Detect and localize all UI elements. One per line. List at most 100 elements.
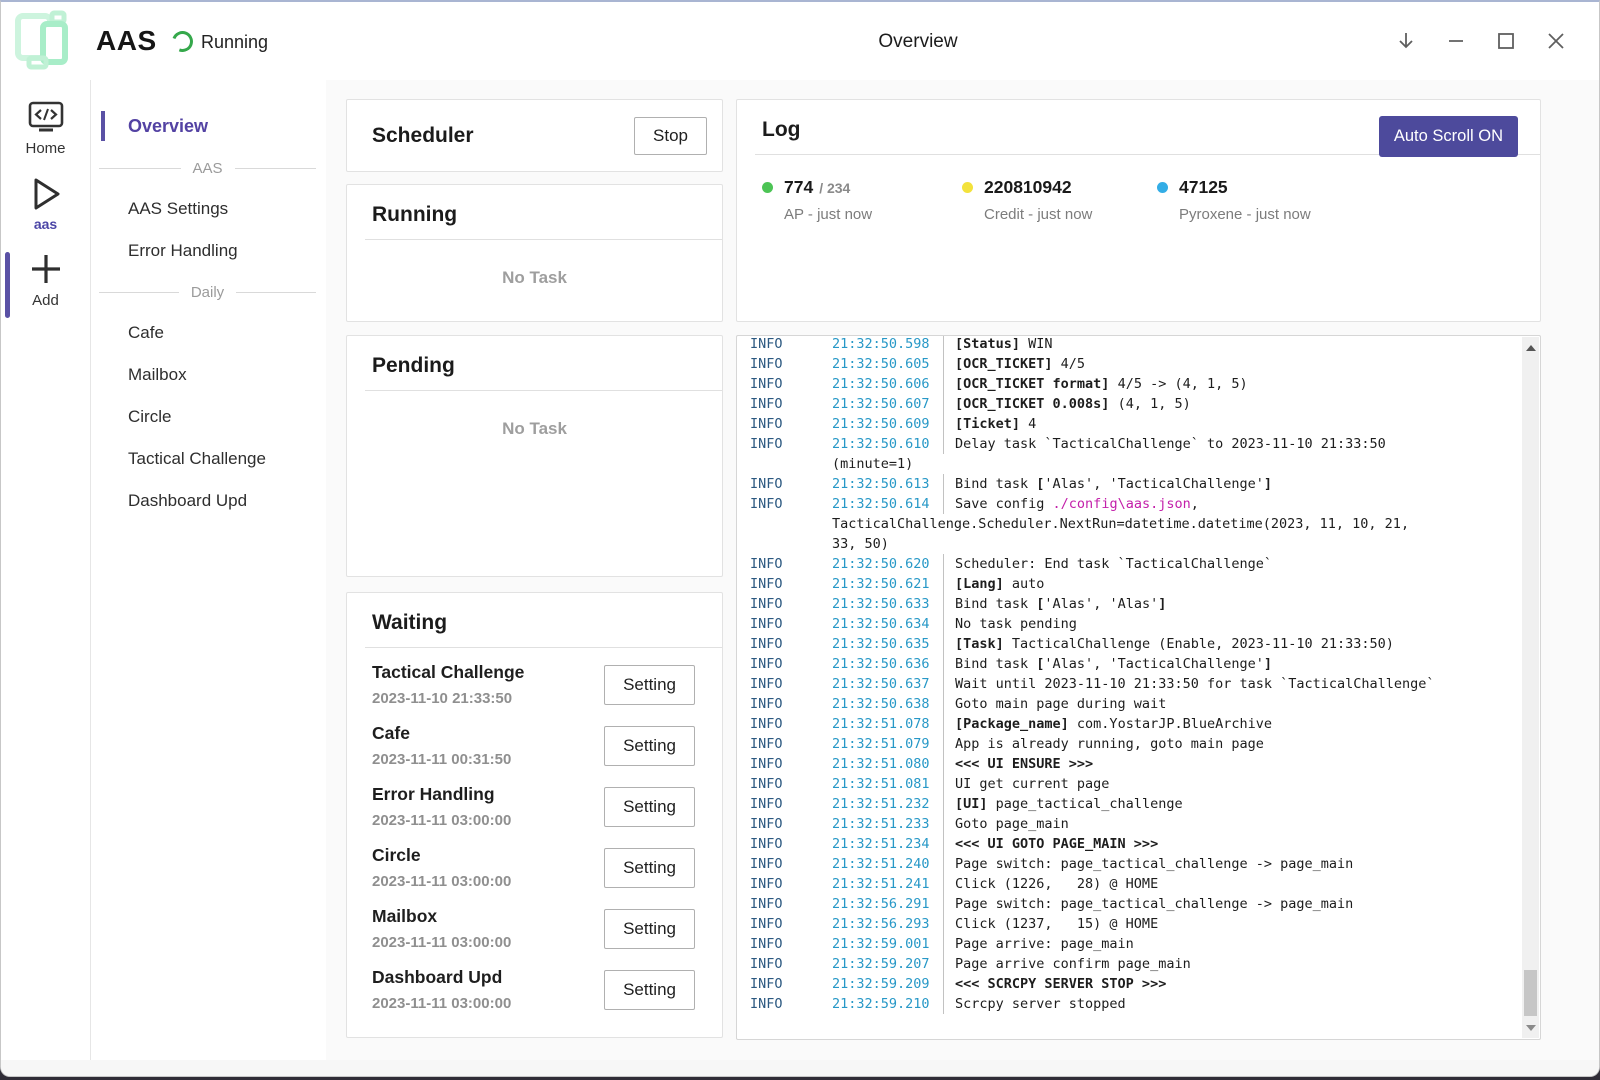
stat-ap: 774 / 234 AP - just now [762, 177, 962, 223]
log-line: INFO21:32:50.621[Lang] auto [750, 574, 1516, 594]
nav-item-aas-settings[interactable]: AAS Settings [91, 188, 326, 230]
task-row-circle: Circle 2023-11-11 03:00:00 Setting [347, 837, 722, 898]
log-line: INFO21:32:51.080<<< UI ENSURE >>> [750, 754, 1516, 774]
nav-item-error-handling[interactable]: Error Handling [91, 230, 326, 272]
log-line: INFO21:32:51.232[UI] page_tactical_chall… [750, 794, 1516, 814]
stat-credit: 220810942 Credit - just now [962, 177, 1157, 223]
download-update-button[interactable] [1381, 16, 1431, 66]
nav-item-label: Dashboard Upd [128, 491, 247, 510]
nav-item-tactical-challenge[interactable]: Tactical Challenge [91, 438, 326, 480]
log-line: INFO21:32:50.598[Status] WIN [750, 335, 1516, 354]
divider [365, 239, 722, 240]
pending-title: Pending [347, 336, 722, 378]
nav-item-label: Cafe [128, 323, 164, 342]
running-spinner-icon [169, 28, 197, 56]
home-code-monitor-icon [27, 100, 65, 134]
scrollbar-thumb[interactable] [1524, 970, 1537, 1016]
activity-item-label: Add [32, 292, 59, 309]
running-panel: Running No Task [346, 184, 723, 322]
log-line: INFO21:32:51.234<<< UI GOTO PAGE_MAIN >>… [750, 834, 1516, 854]
log-line: INFO21:32:50.636Bind task ['Alas', 'Tact… [750, 654, 1516, 674]
stat-label: Credit - just now [984, 206, 1157, 223]
minimize-button[interactable] [1431, 16, 1481, 66]
log-line: INFO21:32:51.081UI get current page [750, 774, 1516, 794]
maximize-button[interactable] [1481, 16, 1531, 66]
active-item-indicator [5, 252, 10, 318]
scheduler-status-text: Running [201, 2, 268, 80]
log-line: INFO21:32:51.078[Package_name] com.Yosta… [750, 714, 1516, 734]
setting-button[interactable]: Setting [604, 665, 695, 705]
arrow-down-icon [1395, 30, 1417, 52]
scheduler-panel: Scheduler Stop [346, 99, 723, 172]
activity-item-aas[interactable]: aas [1, 176, 90, 232]
stop-button[interactable]: Stop [634, 117, 707, 155]
log-line: INFO21:32:50.620Scheduler: End task `Tac… [750, 554, 1516, 574]
log-scrollbar[interactable] [1522, 337, 1539, 1038]
log-line: INFO21:32:50.607[OCR_TICKET 0.008s] (4, … [750, 394, 1516, 414]
log-line: INFO21:32:51.079App is already running, … [750, 734, 1516, 754]
activity-bar: Home aas Add [1, 80, 91, 1060]
stat-dot-icon [1157, 182, 1168, 193]
play-icon [29, 176, 63, 212]
stat-value: 774 [784, 177, 813, 198]
activity-item-add[interactable]: Add [1, 252, 90, 309]
nav-item-label: Tactical Challenge [128, 449, 266, 468]
nav-item-circle[interactable]: Circle [91, 396, 326, 438]
nav-item-mailbox[interactable]: Mailbox [91, 354, 326, 396]
plus-icon [29, 252, 63, 286]
stat-value: 47125 [1179, 177, 1228, 198]
nav-item-label: AAS Settings [128, 199, 228, 218]
nav-section-label: AAS [193, 160, 223, 177]
stat-label: Pyroxene - just now [1179, 206, 1377, 223]
nav-item-label: Error Handling [128, 241, 238, 260]
log-line: INFO21:32:50.635[Task] TacticalChallenge… [750, 634, 1516, 654]
stat-label: AP - just now [784, 206, 962, 223]
task-next-run: 2023-11-11 03:00:00 [372, 995, 511, 1012]
waiting-panel: Waiting Tactical Challenge 2023-11-10 21… [346, 592, 723, 1038]
task-name: Circle [372, 845, 511, 866]
scrollbar-down-arrow[interactable] [1522, 1019, 1539, 1036]
setting-button[interactable]: Setting [604, 970, 695, 1010]
waiting-title: Waiting [347, 593, 722, 635]
nav-item-dashboard-upd[interactable]: Dashboard Upd [91, 480, 326, 522]
log-line: INFO21:32:59.001Page arrive: page_main [750, 934, 1516, 954]
scrollbar-up-arrow[interactable] [1522, 339, 1539, 356]
task-row-dashboard-upd: Dashboard Upd 2023-11-11 03:00:00 Settin… [347, 959, 722, 1020]
window-controls [1381, 2, 1581, 80]
nav-section-label: Daily [191, 284, 224, 301]
task-row-cafe: Cafe 2023-11-11 00:31:50 Setting [347, 715, 722, 776]
log-line: (minute=1) [750, 454, 1516, 474]
log-line: INFO21:32:50.637Wait until 2023-11-10 21… [750, 674, 1516, 694]
nav-item-label: Mailbox [128, 365, 187, 384]
log-console-lines: INFO21:32:50.598[Status] WIN INFO21:32:50… [737, 335, 1540, 1014]
setting-button[interactable]: Setting [604, 787, 695, 827]
log-line: INFO21:32:50.633Bind task ['Alas', 'Alas… [750, 594, 1516, 614]
task-row-mailbox: Mailbox 2023-11-11 03:00:00 Setting [347, 898, 722, 959]
setting-button[interactable]: Setting [604, 909, 695, 949]
auto-scroll-button[interactable]: Auto Scroll ON [1379, 116, 1518, 157]
waiting-task-list: Tactical Challenge 2023-11-10 21:33:50 S… [347, 654, 722, 1020]
stat-dot-icon [762, 182, 773, 193]
scheduler-title: Scheduler [347, 124, 474, 148]
log-line: INFO21:32:56.293Click (1237, 15) @ HOME [750, 914, 1516, 934]
task-name: Tactical Challenge [372, 662, 524, 683]
task-next-run: 2023-11-11 03:00:00 [372, 812, 511, 829]
task-next-run: 2023-11-11 03:00:00 [372, 873, 511, 890]
close-button[interactable] [1531, 16, 1581, 66]
setting-button[interactable]: Setting [604, 726, 695, 766]
maximize-icon [1495, 30, 1517, 52]
task-name: Dashboard Upd [372, 967, 511, 988]
nav-item-cafe[interactable]: Cafe [91, 312, 326, 354]
log-line: INFO21:32:56.291Page switch: page_tactic… [750, 894, 1516, 914]
setting-button[interactable]: Setting [604, 848, 695, 888]
task-next-run: 2023-11-11 03:00:00 [372, 934, 511, 951]
log-line: INFO21:32:51.233Goto page_main [750, 814, 1516, 834]
activity-item-home[interactable]: Home [1, 100, 90, 157]
running-empty-label: No Task [347, 268, 722, 288]
nav-item-label: Circle [128, 407, 171, 426]
close-icon [1545, 30, 1567, 52]
log-line: TacticalChallenge.Scheduler.NextRun=date… [750, 514, 1516, 534]
log-console[interactable]: INFO21:32:50.598[Status] WIN INFO21:32:50… [736, 335, 1541, 1040]
resource-stats: 774 / 234 AP - just now 220810942 Credit… [737, 155, 1540, 223]
nav-item-overview[interactable]: Overview [91, 104, 326, 148]
